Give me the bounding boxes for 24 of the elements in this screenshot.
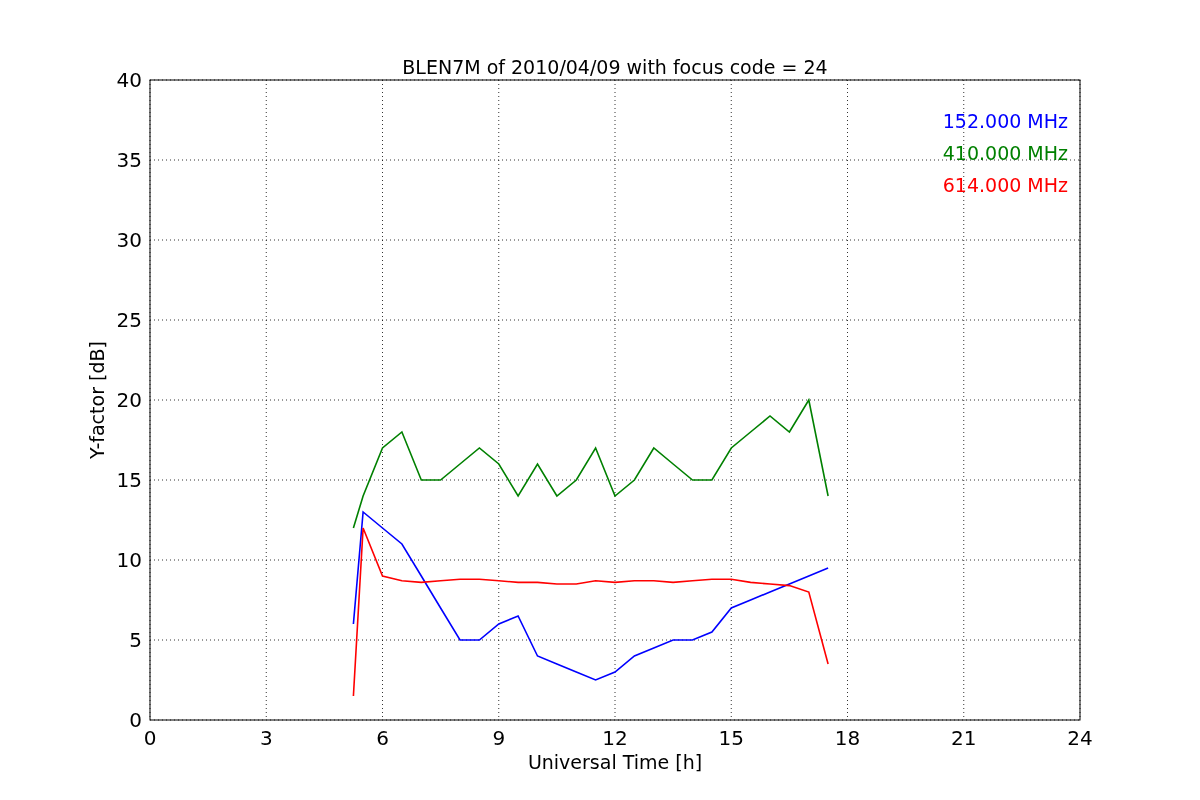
legend-label: 614.000 MHz <box>942 174 1068 196</box>
chart-title: BLEN7M of 2010/04/09 with focus code = 24 <box>402 56 828 78</box>
x-tick-label: 0 <box>143 726 157 750</box>
x-tick-label: 18 <box>834 726 861 750</box>
legend-label: 152.000 MHz <box>942 110 1068 132</box>
x-axis-label: Universal Time [h] <box>527 751 703 773</box>
x-tick-label: 9 <box>492 726 506 750</box>
x-tick-label: 24 <box>1067 726 1093 750</box>
x-tick-label: 6 <box>376 726 389 750</box>
x-tick-label: 21 <box>951 726 977 750</box>
legend-label: 410.000 MHz <box>942 142 1068 164</box>
y-tick-label: 0 <box>129 708 142 732</box>
y-tick-label: 10 <box>116 548 142 572</box>
y-tick-label: 25 <box>116 308 142 332</box>
y-tick-label: 30 <box>116 228 142 252</box>
y-axis-label: Y-factor [dB] <box>86 341 108 459</box>
x-tick-label: 12 <box>602 726 628 750</box>
x-tick-label: 3 <box>259 726 273 750</box>
y-tick-label: 15 <box>116 468 142 492</box>
y-tick-label: 40 <box>116 68 142 92</box>
y-tick-label: 20 <box>116 388 142 412</box>
y-tick-label: 5 <box>129 628 142 652</box>
x-tick-label: 15 <box>718 726 744 750</box>
y-tick-label: 35 <box>116 148 142 172</box>
